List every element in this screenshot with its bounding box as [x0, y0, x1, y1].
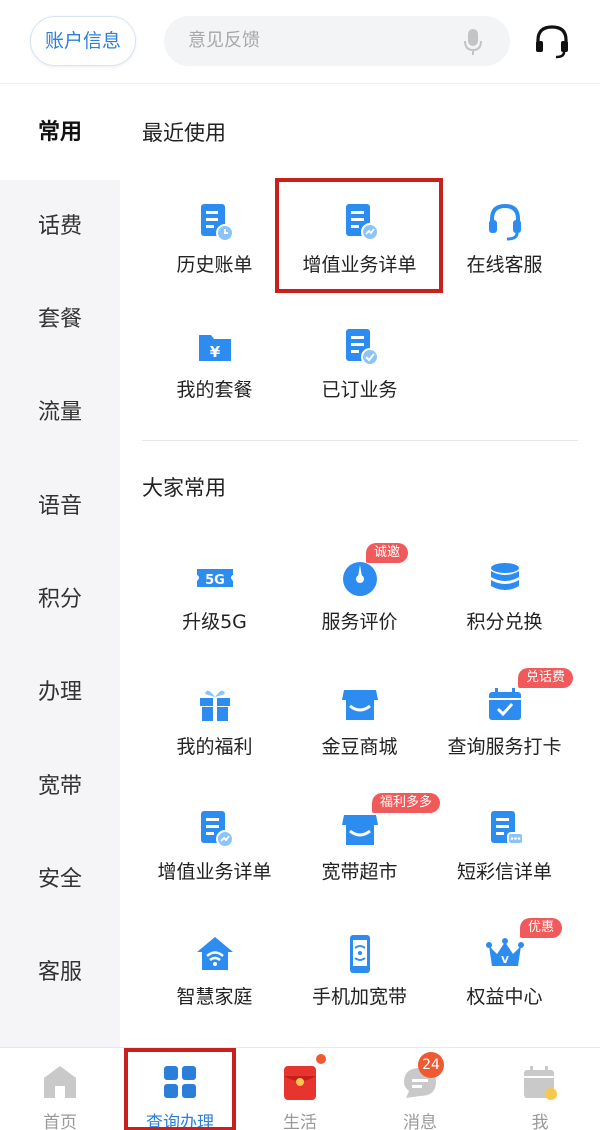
tile-broadband-market[interactable]: 宽带超市: [287, 807, 432, 907]
tile-label: 已订业务: [321, 379, 398, 401]
tab-query-handle[interactable]: 查询办理: [120, 1048, 240, 1130]
tile-label: 宽带超市: [321, 861, 398, 883]
compass-icon: [342, 562, 377, 596]
tile-service-check-in[interactable]: 查询服务打卡: [432, 682, 577, 782]
section-divider: [142, 440, 578, 441]
sidebar-item-broadband[interactable]: 宽带: [0, 757, 120, 817]
grid-icon: [164, 1066, 196, 1098]
tile-label: 服务评价: [321, 611, 398, 633]
calendar-check-icon: [488, 688, 521, 720]
tab-label: 生活: [283, 1113, 317, 1130]
red-envelope-icon: [284, 1066, 316, 1100]
document-check-icon: [345, 329, 379, 366]
5g-ticket-icon: 5G: [196, 569, 233, 588]
tile-label: 我的福利: [176, 736, 253, 758]
headset-icon: [488, 203, 521, 241]
tab-me[interactable]: 我: [480, 1048, 600, 1130]
tile-label: 历史账单: [176, 254, 253, 276]
coin-stack-icon: [490, 563, 519, 590]
sidebar-item-package[interactable]: 套餐: [0, 290, 120, 350]
badge-discount: 优惠: [520, 918, 563, 938]
bottom-tab-bar: 首页 查询办理 生活 消息 24 我: [0, 1047, 600, 1130]
shop-icon: [341, 815, 378, 845]
tile-label: 金豆商城: [321, 736, 398, 758]
tile-online-service[interactable]: 在线客服: [432, 200, 577, 300]
gift-icon: [199, 690, 230, 721]
tile-gold-bean-mall[interactable]: 金豆商城: [287, 682, 432, 782]
tile-rights-center[interactable]: V 权益中心: [432, 932, 577, 1032]
customer-service-icon[interactable]: [532, 22, 572, 62]
tile-label: 我的套餐: [176, 379, 253, 401]
tile-label: 手机加宽带: [311, 986, 407, 1008]
bill-clock-icon: [200, 204, 234, 242]
sidebar-item-security[interactable]: 安全: [0, 850, 120, 910]
tile-label: 权益中心: [466, 986, 543, 1008]
tab-label: 查询办理: [146, 1113, 214, 1130]
tile-my-benefits[interactable]: 我的福利: [142, 682, 287, 782]
sidebar-item-apply[interactable]: 办理: [0, 663, 120, 723]
svg-text:V: V: [501, 955, 509, 966]
badge-many-benefits: 福利多多: [372, 793, 441, 813]
tile-upgrade-5g[interactable]: 5G 升级5G: [142, 557, 287, 657]
sidebar-item-customer-service[interactable]: 客服: [0, 943, 120, 1003]
sidebar-item-voice[interactable]: 语音: [0, 477, 120, 537]
tab-life[interactable]: 生活: [240, 1048, 360, 1130]
tab-home[interactable]: 首页: [0, 1048, 120, 1130]
sidebar-item-phone-bill[interactable]: 话费: [0, 197, 120, 257]
tile-phone-plus-broadband[interactable]: 手机加宽带: [287, 932, 432, 1032]
tile-service-rating[interactable]: 服务评价: [287, 557, 432, 657]
tile-label: 短彩信详单: [456, 861, 552, 883]
life-notification-dot: [314, 1052, 328, 1066]
search-bar[interactable]: 意见反馈: [164, 16, 510, 66]
tile-my-package[interactable]: ¥ 我的套餐: [142, 325, 287, 425]
tile-value-added-detail-recent[interactable]: 增值业务详单: [287, 200, 432, 300]
tile-label: 在线客服: [466, 254, 543, 276]
tab-label: 我: [531, 1113, 549, 1130]
tile-label: 增值业务详单: [157, 861, 272, 883]
tile-smart-home[interactable]: 智慧家庭: [142, 932, 287, 1032]
badge-invite: 诚邀: [366, 543, 409, 563]
account-info-button[interactable]: 账户信息: [30, 16, 136, 66]
top-header: 账户信息 意见反馈: [0, 0, 600, 84]
tile-value-added-detail[interactable]: 增值业务详单: [142, 807, 287, 907]
tile-label: 升级5G: [182, 611, 247, 633]
tile-history-bill[interactable]: 历史账单: [142, 200, 287, 300]
sidebar-item-data[interactable]: 流量: [0, 383, 120, 443]
category-sidebar: 常用 话费 套餐 流量 语音 积分 办理 宽带 安全 客服: [0, 85, 120, 1047]
tile-points-exchange[interactable]: 积分兑换: [432, 557, 577, 657]
badge-redeem-bill: 兑话费: [518, 668, 574, 688]
crown-icon: V: [485, 938, 524, 966]
tile-label: 查询服务打卡: [447, 736, 562, 758]
svg-text:5G: 5G: [205, 573, 225, 588]
tab-label: 消息: [403, 1113, 437, 1130]
document-message-icon: [490, 811, 524, 845]
popular-section-title: 大家常用: [142, 476, 226, 500]
main-content: 最近使用 历史账单 增值业务详单 在线客服 ¥ 我的套餐 已订业务 大家常用 5…: [120, 85, 600, 1047]
tile-subscribed-services[interactable]: 已订业务: [287, 325, 432, 425]
tile-label: 积分兑换: [466, 611, 543, 633]
tab-label: 首页: [43, 1113, 77, 1130]
messages-count-badge: 24: [418, 1052, 444, 1078]
tile-label: 智慧家庭: [176, 986, 253, 1008]
calendar-sign-icon: [524, 1066, 557, 1100]
recent-section-title: 最近使用: [142, 121, 226, 145]
phone-signal-icon: [349, 935, 370, 973]
document-chart-icon: [345, 204, 379, 241]
yuan-folder-icon: ¥: [198, 335, 231, 361]
store-icon: [341, 690, 378, 720]
document-chart-icon: [200, 811, 234, 848]
svg-text:¥: ¥: [209, 343, 220, 361]
smart-home-icon: [196, 937, 233, 970]
sidebar-item-points[interactable]: 积分: [0, 570, 120, 630]
home-icon: [44, 1066, 76, 1098]
tile-label: 增值业务详单: [302, 254, 417, 276]
tile-sms-mms-detail[interactable]: 短彩信详单: [432, 807, 577, 907]
sidebar-item-common[interactable]: 常用: [0, 103, 120, 163]
search-placeholder: 意见反馈: [188, 30, 260, 51]
microphone-icon[interactable]: [462, 28, 484, 56]
